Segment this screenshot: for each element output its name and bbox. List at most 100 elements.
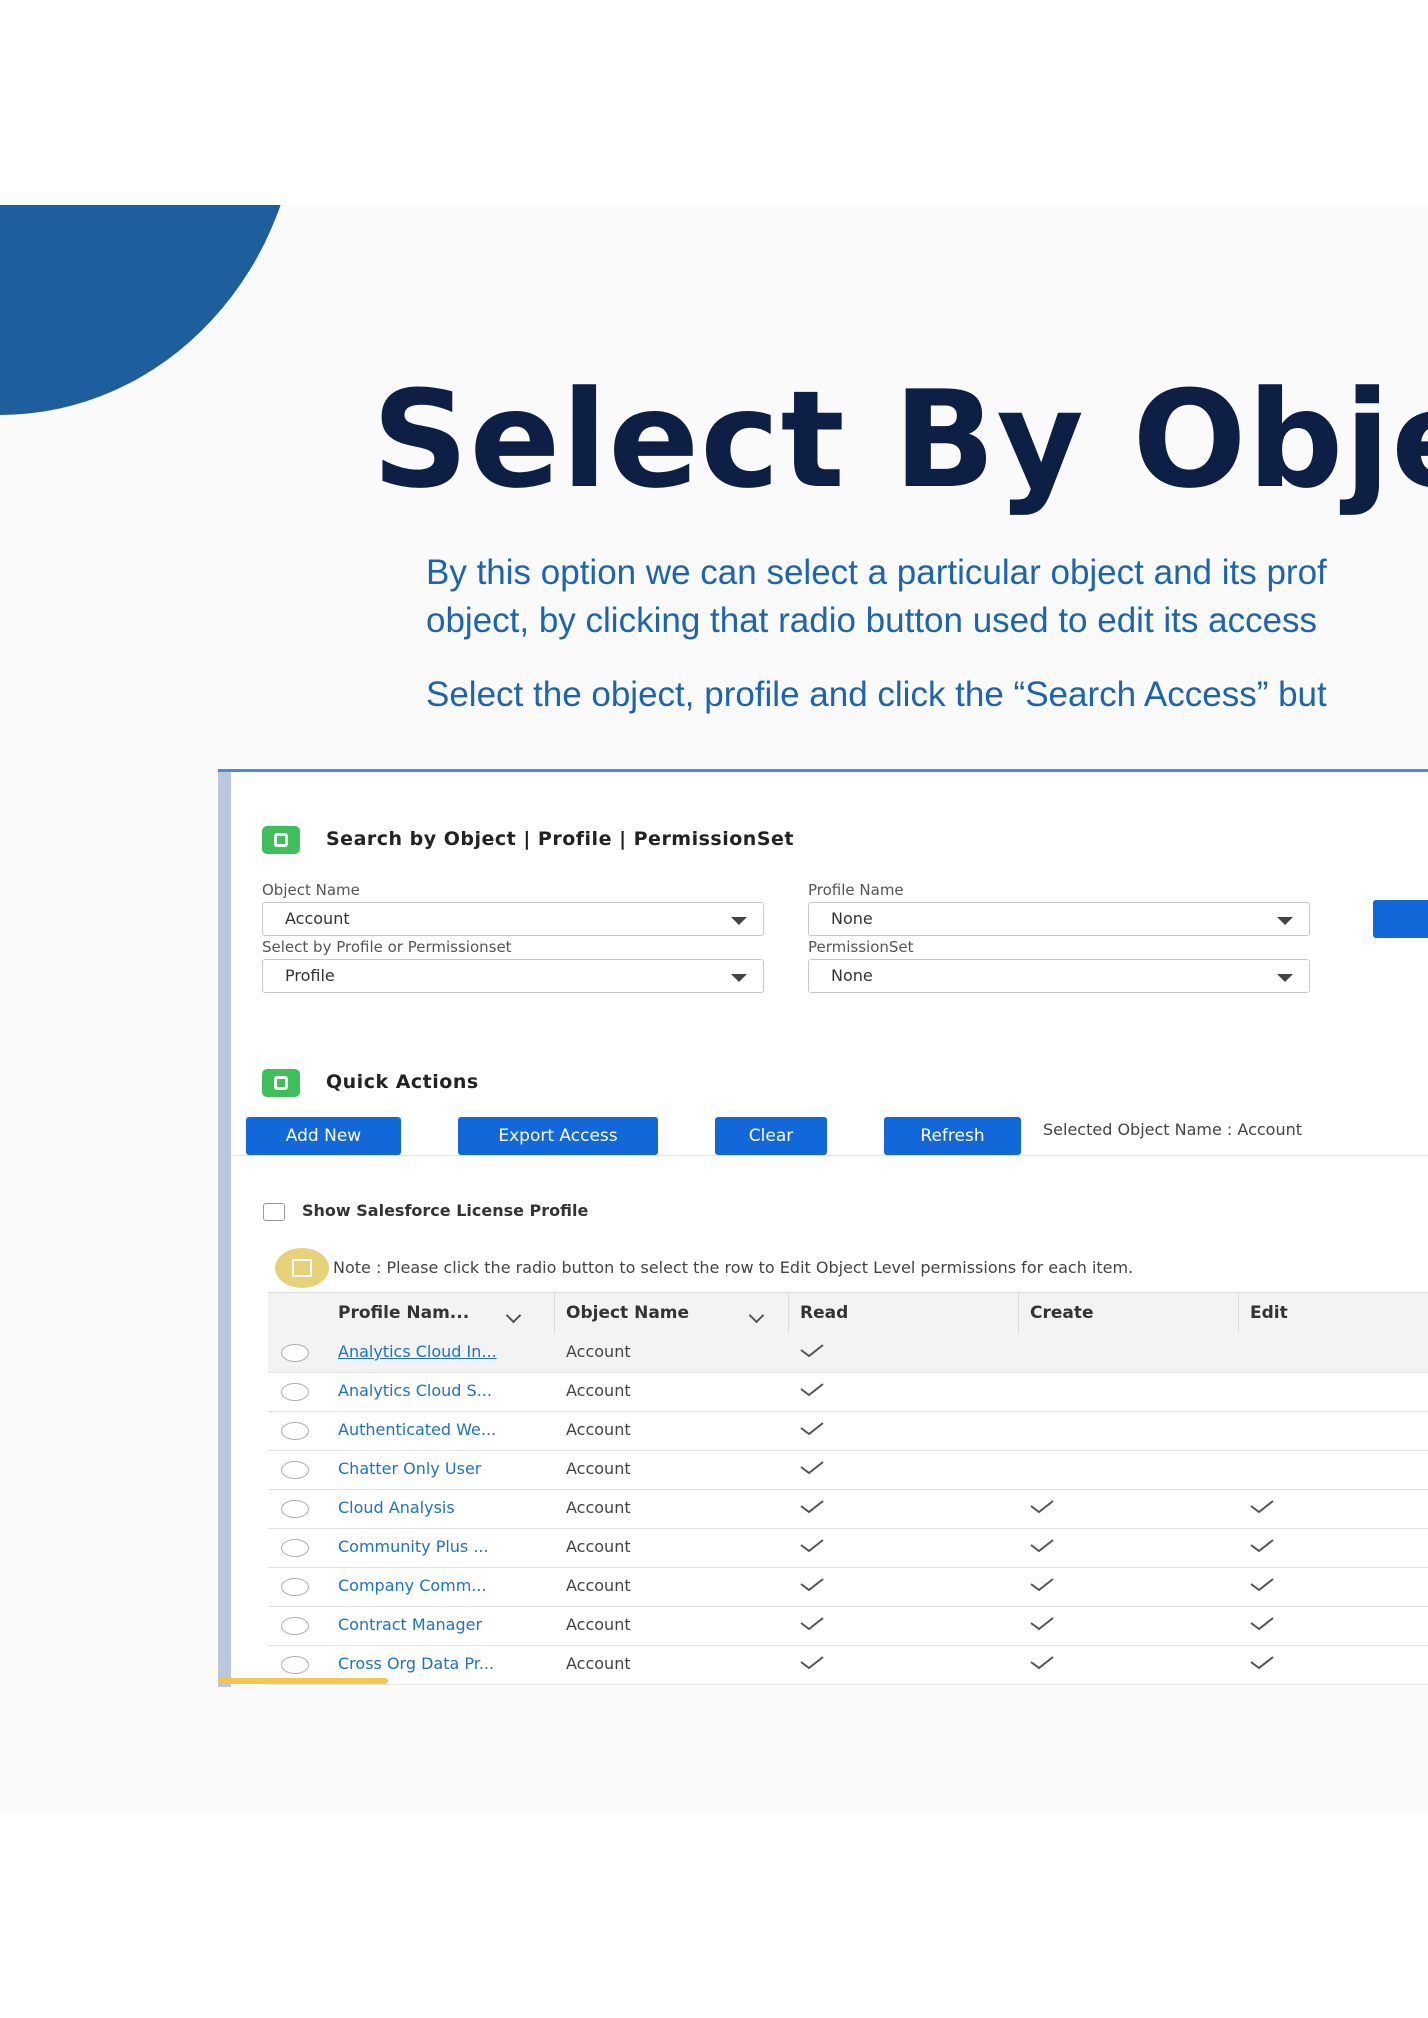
chevron-down-icon[interactable] [748, 1307, 765, 1324]
profile-name-link[interactable]: Analytics Cloud In... [338, 1342, 497, 1361]
add-new-button[interactable]: Add New [246, 1117, 401, 1155]
chevron-down-icon[interactable] [505, 1307, 522, 1324]
chip-icon [262, 1069, 300, 1097]
profile-name-link[interactable]: Analytics Cloud S... [338, 1381, 492, 1400]
row-radio-button[interactable] [281, 1344, 309, 1362]
profile-name-value: None [831, 909, 873, 928]
chevron-down-icon [731, 974, 747, 982]
check-icon [800, 1539, 824, 1559]
table-row[interactable]: Analytics Cloud In... Account [268, 1333, 1428, 1373]
column-header-read[interactable]: Read [800, 1293, 848, 1333]
permissionset-value: None [831, 966, 873, 985]
check-icon [1030, 1539, 1054, 1559]
check-icon [1250, 1578, 1274, 1598]
selected-object-text: Selected Object Name : Account [1043, 1120, 1303, 1139]
object-name-cell: Account [566, 1654, 631, 1673]
row-radio-button[interactable] [281, 1656, 309, 1674]
object-name-cell: Account [566, 1576, 631, 1595]
profile-name-link[interactable]: Contract Manager [338, 1615, 482, 1634]
object-name-cell: Account [566, 1420, 631, 1439]
check-icon [1250, 1539, 1274, 1559]
description-line-1: By this option we can select a particula… [426, 553, 1327, 592]
object-name-value: Account [285, 909, 350, 928]
check-icon [1030, 1578, 1054, 1598]
check-icon [800, 1422, 824, 1442]
permissionset-label: PermissionSet [808, 938, 914, 956]
select-by-value: Profile [285, 966, 335, 985]
profile-name-link[interactable]: Community Plus ... [338, 1537, 489, 1556]
check-icon [800, 1461, 824, 1481]
object-name-cell: Account [566, 1381, 631, 1400]
table-row[interactable]: Cross Org Data Pr... Account [268, 1645, 1428, 1685]
object-name-cell: Account [566, 1537, 631, 1556]
row-radio-button[interactable] [281, 1539, 309, 1557]
column-header-create[interactable]: Create [1030, 1293, 1094, 1333]
refresh-button[interactable]: Refresh [884, 1117, 1021, 1155]
check-icon [800, 1500, 824, 1520]
row-radio-button[interactable] [281, 1461, 309, 1479]
profile-name-link[interactable]: Company Comm... [338, 1576, 487, 1595]
column-header-object[interactable]: Object Name [566, 1293, 689, 1333]
row-radio-button[interactable] [281, 1500, 309, 1518]
description-line-3: Select the object, profile and click the… [426, 675, 1327, 714]
select-by-select[interactable]: Profile [262, 959, 764, 993]
decorative-arc [0, 205, 300, 415]
description-line-2: object, by clicking that radio button us… [426, 601, 1318, 640]
object-name-select[interactable]: Account [262, 902, 764, 936]
column-header-edit[interactable]: Edit [1250, 1293, 1288, 1333]
object-name-cell: Account [566, 1615, 631, 1634]
divider [231, 1155, 1428, 1156]
chevron-down-icon [1277, 917, 1293, 925]
table-row[interactable]: Community Plus ... Account [268, 1528, 1428, 1568]
check-icon [1030, 1656, 1054, 1676]
note-icon [275, 1248, 329, 1288]
table-row[interactable]: Analytics Cloud S... Account [268, 1372, 1428, 1412]
table-row[interactable]: Authenticated We... Account [268, 1411, 1428, 1451]
column-header-profile[interactable]: Profile Nam... [338, 1293, 469, 1333]
scroll-indicator [218, 1678, 388, 1684]
object-name-label: Object Name [262, 881, 360, 899]
profile-name-select[interactable]: None [808, 902, 1310, 936]
quick-actions-title: Quick Actions [326, 1071, 479, 1093]
check-icon [800, 1617, 824, 1637]
slide-title: Select By Object [372, 362, 1428, 518]
permissionset-select[interactable]: None [808, 959, 1310, 993]
check-icon [1250, 1656, 1274, 1676]
row-radio-button[interactable] [281, 1578, 309, 1596]
table-row[interactable]: Chatter Only User Account [268, 1450, 1428, 1490]
object-name-cell: Account [566, 1459, 631, 1478]
profile-name-link[interactable]: Cross Org Data Pr... [338, 1654, 494, 1673]
show-license-label: Show Salesforce License Profile [302, 1201, 589, 1220]
column-divider [1238, 1293, 1239, 1333]
clear-button[interactable]: Clear [715, 1117, 827, 1155]
row-radio-button[interactable] [281, 1383, 309, 1401]
object-name-cell: Account [566, 1498, 631, 1517]
search-section-title: Search by Object | Profile | PermissionS… [326, 828, 794, 850]
table-row[interactable]: Contract Manager Account [268, 1606, 1428, 1646]
check-icon [1030, 1500, 1054, 1520]
profile-name-link[interactable]: Chatter Only User [338, 1459, 481, 1478]
select-by-label: Select by Profile or Permissionset [262, 938, 512, 956]
left-panel-edge [218, 772, 231, 1687]
profile-name-link[interactable]: Authenticated We... [338, 1420, 496, 1439]
check-icon [1250, 1617, 1274, 1637]
search-access-button[interactable] [1373, 900, 1428, 938]
row-radio-button[interactable] [281, 1422, 309, 1440]
profile-name-label: Profile Name [808, 881, 904, 899]
chip-icon [262, 826, 300, 854]
check-icon [800, 1578, 824, 1598]
chevron-down-icon [1277, 974, 1293, 982]
check-icon [1250, 1500, 1274, 1520]
row-radio-button[interactable] [281, 1617, 309, 1635]
check-icon [800, 1383, 824, 1403]
note-text: Note : Please click the radio button to … [333, 1258, 1134, 1277]
profile-name-link[interactable]: Cloud Analysis [338, 1498, 455, 1517]
check-icon [800, 1656, 824, 1676]
show-license-checkbox[interactable] [263, 1203, 285, 1221]
column-divider [554, 1293, 555, 1333]
table-row[interactable]: Cloud Analysis Account [268, 1489, 1428, 1529]
column-divider [1018, 1293, 1019, 1333]
table-row[interactable]: Company Comm... Account [268, 1567, 1428, 1607]
slide: Select By Object By this option we can s… [0, 205, 1428, 1813]
export-access-button[interactable]: Export Access [458, 1117, 658, 1155]
